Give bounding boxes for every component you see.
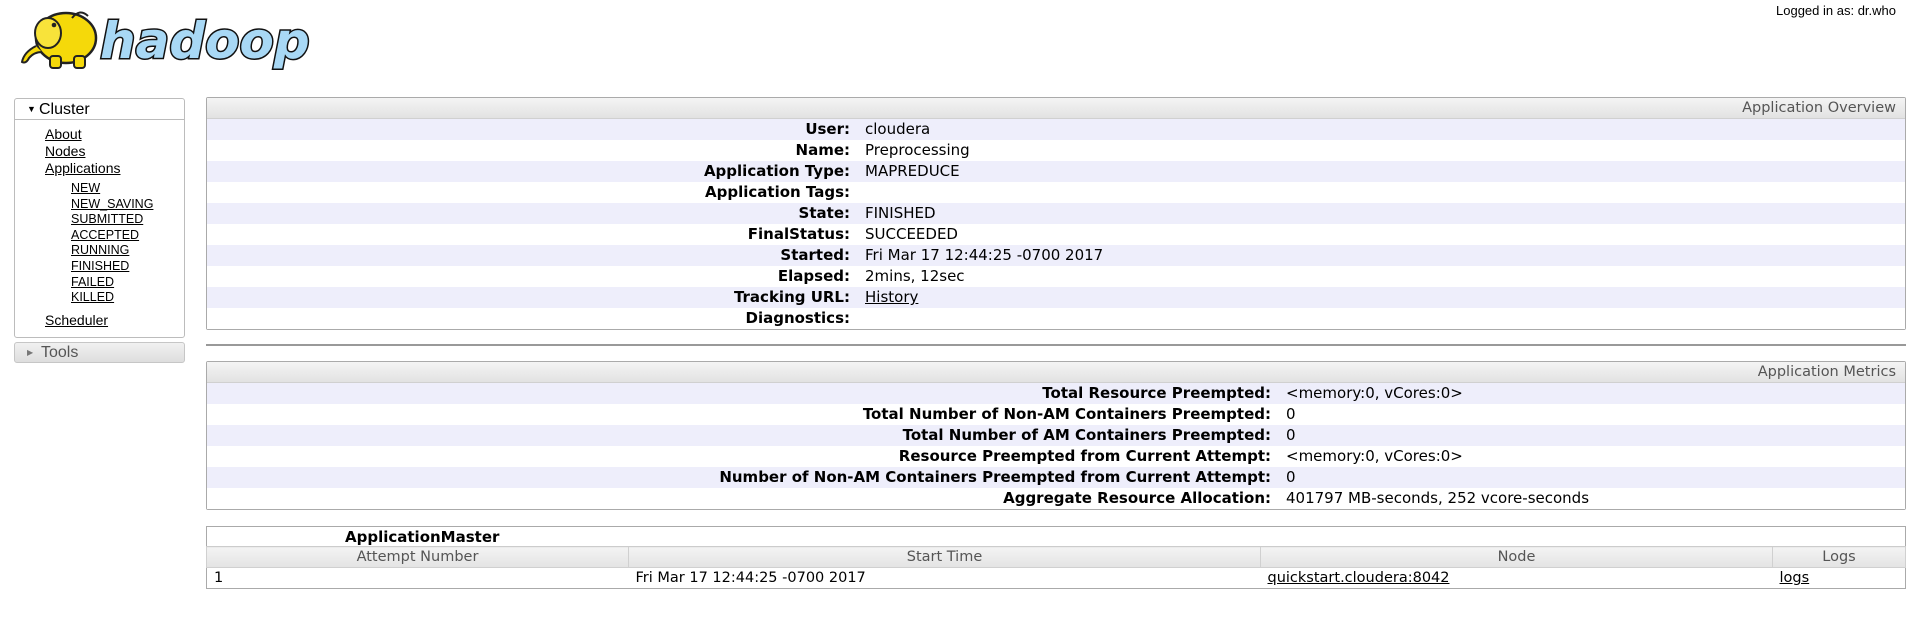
hadoop-logo[interactable]: hadoop [14, 0, 318, 76]
logged-in-user: Logged in as: dr.who [1776, 3, 1896, 18]
info-value: cloudera [865, 120, 931, 138]
node-link[interactable]: quickstart.cloudera:8042 [1268, 570, 1450, 586]
logs-link[interactable]: logs [1780, 570, 1810, 586]
info-key: Aggregate Resource Allocation: [1003, 489, 1271, 507]
state-killed-link[interactable]: KILLED [71, 290, 114, 304]
nav-scheduler-link[interactable]: Scheduler [45, 312, 108, 328]
attempt-number-cell: 1 [206, 567, 629, 589]
info-value [864, 182, 865, 203]
cluster-menu: About Nodes Applications NEW NEW_SAVING … [15, 120, 184, 337]
info-key: Application Tags: [705, 183, 850, 201]
info-row: Total Number of Non-AM Containers Preemp… [207, 404, 1905, 425]
nav-nodes-link[interactable]: Nodes [45, 143, 85, 159]
overview-title: Application Overview [207, 98, 1905, 119]
info-row: Application Tags: [207, 182, 1905, 203]
cluster-section: ▼ Cluster About Nodes Applications NEW NE… [14, 98, 185, 338]
info-row: Elapsed: 2mins, 12sec [207, 266, 1905, 287]
info-row: User: cloudera [207, 119, 1905, 140]
info-key: Tracking URL: [733, 288, 850, 306]
state-finished-link[interactable]: FINISHED [71, 259, 129, 273]
info-row: Resource Preempted from Current Attempt:… [207, 446, 1905, 467]
info-row: FinalStatus: SUCCEEDED [207, 224, 1905, 245]
tools-section[interactable]: ▶ Tools [14, 341, 185, 363]
info-key: User: [805, 120, 850, 138]
logo-text: hadoop [100, 12, 310, 70]
state-running-link[interactable]: RUNNING [71, 243, 129, 257]
tools-label: Tools [41, 343, 79, 361]
info-value: 2mins, 12sec [865, 267, 965, 285]
info-value: 401797 MB-seconds, 252 vcore-seconds [1286, 489, 1590, 507]
info-key: Application Type: [703, 162, 850, 180]
info-value [864, 308, 865, 329]
application-master-caption: ApplicationMaster [206, 526, 1906, 547]
cluster-header[interactable]: ▼ Cluster [15, 99, 184, 120]
info-value: FINISHED [865, 204, 936, 222]
metrics-title: Application Metrics [207, 362, 1905, 383]
info-value: History [864, 287, 918, 308]
info-value: SUCCEEDED [865, 225, 958, 243]
state-new-link[interactable]: NEW [71, 181, 100, 195]
info-row: Aggregate Resource Allocation: 401797 MB-… [207, 488, 1905, 509]
tracking-url-link[interactable]: History [865, 288, 918, 306]
section-divider [206, 344, 1906, 346]
info-value: Fri Mar 17 12:44:25 -0700 2017 [865, 246, 1104, 264]
info-row: Total Number of AM Containers Preempted:… [207, 425, 1905, 446]
nav-applications-link[interactable]: Applications [45, 160, 121, 176]
info-row: Tracking URL: History [207, 287, 1905, 308]
triangle-right-icon: ▶ [27, 347, 34, 357]
col-node[interactable]: Node [1260, 546, 1773, 568]
col-logs[interactable]: Logs [1772, 546, 1906, 568]
info-row: Started: Fri Mar 17 12:44:25 -0700 2017 [207, 245, 1905, 266]
info-key: Number of Non-AM Containers Preempted fr… [719, 468, 1271, 486]
info-row: Application Type: MAPREDUCE [207, 161, 1905, 182]
info-value: Preprocessing [865, 141, 970, 159]
info-key: Total Number of Non-AM Containers Preemp… [862, 405, 1271, 423]
node-cell: quickstart.cloudera:8042 [1260, 567, 1773, 589]
info-row: State: FINISHED [207, 203, 1905, 224]
application-metrics-table: Application Metrics Total Resource Preem… [206, 361, 1906, 510]
state-accepted-link[interactable]: ACCEPTED [71, 228, 139, 242]
info-key: Total Resource Preempted: [1042, 384, 1271, 402]
col-attempt-number[interactable]: Attempt Number [206, 546, 629, 568]
info-value: 0 [1286, 468, 1296, 486]
info-value: <memory:0, vCores:0> [1286, 447, 1463, 465]
info-key: Resource Preempted from Current Attempt: [898, 447, 1271, 465]
info-row: Diagnostics: [207, 308, 1905, 329]
triangle-down-icon: ▼ [27, 104, 36, 114]
elephant-logo-icon: hadoop [20, 11, 311, 72]
info-key: State: [798, 204, 850, 222]
state-submitted-link[interactable]: SUBMITTED [71, 212, 143, 226]
state-new-saving-link[interactable]: NEW_SAVING [71, 197, 153, 211]
app-state-list: NEW NEW_SAVING SUBMITTED ACCEPTED RUNNIN… [45, 181, 184, 306]
info-key: Name: [795, 141, 850, 159]
table-row: 1 Fri Mar 17 12:44:25 -0700 2017 quickst… [206, 567, 1906, 589]
info-key: Elapsed: [777, 267, 850, 285]
info-row: Total Resource Preempted: <memory:0, vCor… [207, 383, 1905, 404]
info-row: Name: Preprocessing [207, 140, 1905, 161]
start-time-cell: Fri Mar 17 12:44:25 -0700 2017 [628, 567, 1261, 589]
logs-cell: logs [1772, 567, 1906, 589]
info-key: FinalStatus: [747, 225, 850, 243]
info-key: Total Number of AM Containers Preempted: [902, 426, 1271, 444]
col-start-time[interactable]: Start Time [628, 546, 1261, 568]
info-row: Number of Non-AM Containers Preempted fr… [207, 467, 1905, 488]
info-value: MAPREDUCE [865, 162, 960, 180]
info-value: <memory:0, vCores:0> [1286, 384, 1463, 402]
nav-about-link[interactable]: About [45, 126, 82, 142]
info-value: 0 [1286, 405, 1296, 423]
state-failed-link[interactable]: FAILED [71, 275, 114, 289]
sidebar-nav: ▼ Cluster About Nodes Applications NEW NE… [14, 98, 185, 363]
info-key: Started: [780, 246, 850, 264]
info-value: 0 [1286, 426, 1296, 444]
info-key: Diagnostics: [745, 309, 851, 327]
cluster-label: Cluster [39, 101, 90, 118]
application-overview-table: Application Overview User: cloudera Name:… [206, 97, 1906, 330]
app-attempts-table: ApplicationMaster Attempt Number Start T… [206, 526, 1906, 589]
